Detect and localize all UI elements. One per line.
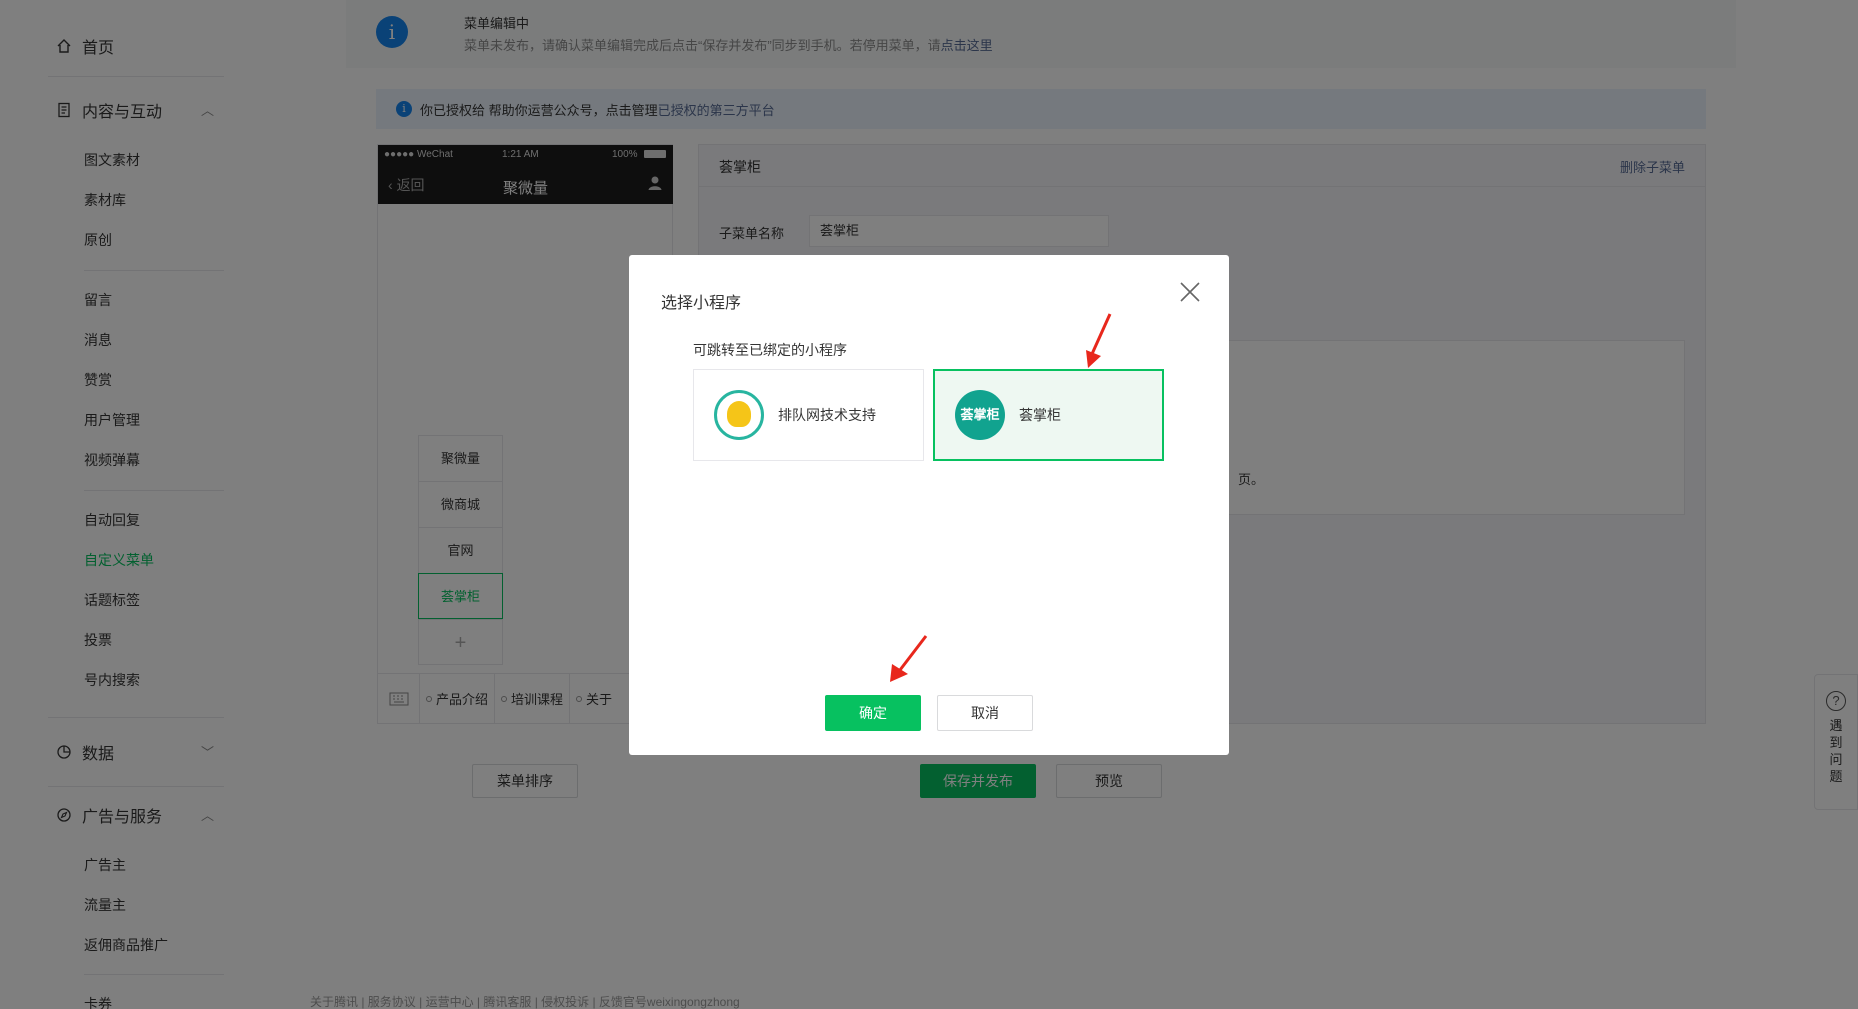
miniprogram-name: 荟掌柜 bbox=[1019, 407, 1061, 423]
confirm-button[interactable]: 确定 bbox=[825, 695, 921, 731]
miniprogram-avatar bbox=[714, 390, 764, 440]
close-icon[interactable] bbox=[1179, 281, 1201, 303]
annotation-arrow-icon bbox=[890, 635, 928, 682]
miniprogram-name: 排队网技术支持 bbox=[778, 407, 876, 423]
cancel-button[interactable]: 取消 bbox=[937, 695, 1033, 731]
miniprogram-avatar: 荟掌柜 bbox=[955, 390, 1005, 440]
dialog-title: 选择小程序 bbox=[661, 295, 742, 312]
miniprogram-card-selected[interactable]: 荟掌柜 荟掌柜 bbox=[933, 369, 1164, 461]
annotation-arrow-icon bbox=[1086, 313, 1112, 368]
miniprogram-card[interactable]: 排队网技术支持 bbox=[693, 369, 924, 461]
dialog-subtitle: 可跳转至已绑定的小程序 bbox=[693, 342, 847, 358]
